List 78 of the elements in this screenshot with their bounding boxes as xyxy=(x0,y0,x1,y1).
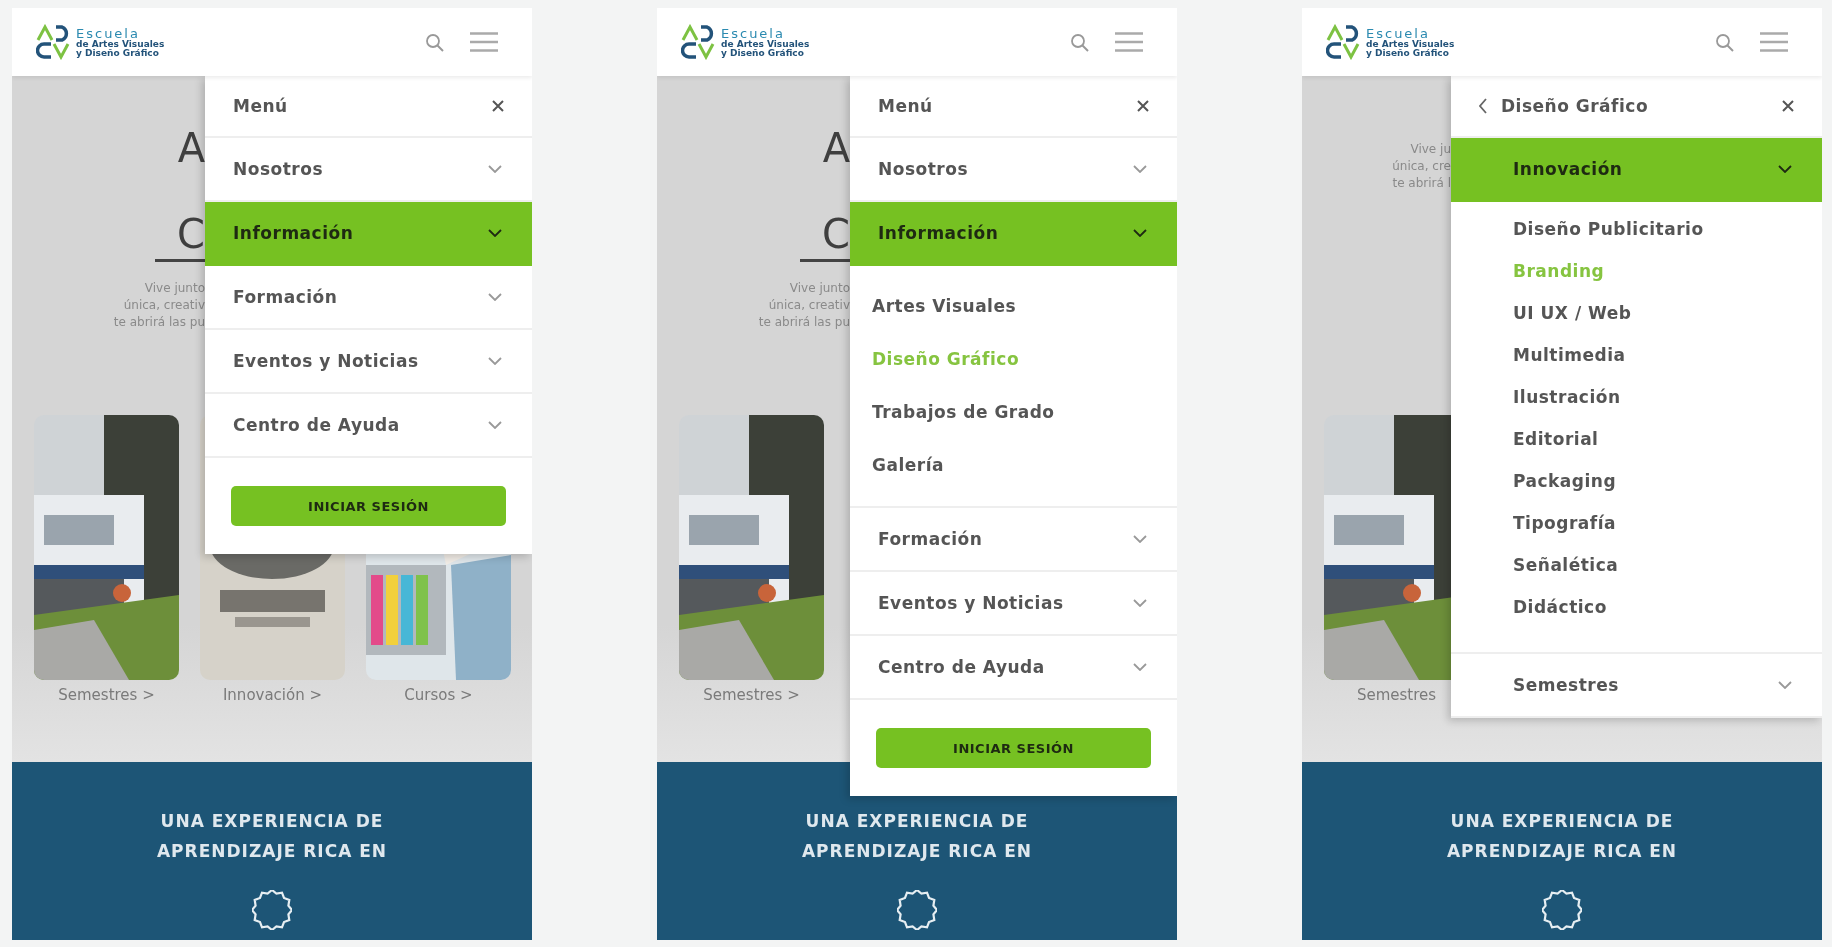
chevron-down-icon xyxy=(1778,681,1792,689)
banner-heading: UNA EXPERIENCIA DE xyxy=(1450,810,1674,833)
menu-item[interactable]: Eventos y Noticias xyxy=(850,572,1177,636)
submenu-item[interactable]: Trabajos de Grado xyxy=(872,386,1055,439)
menu-item[interactable]: Semestres xyxy=(1451,654,1822,718)
login-button[interactable]: INICIAR SESIÓN xyxy=(876,728,1151,768)
submenu-item[interactable]: Galería xyxy=(872,439,944,492)
logo-icon[interactable] xyxy=(681,24,717,60)
menu-item[interactable]: Información xyxy=(850,202,1177,266)
school-subtitle: de Artes Visuales xyxy=(76,39,165,49)
close-icon[interactable] xyxy=(1782,100,1794,112)
hero-text: te abrirá las pu xyxy=(113,314,205,331)
menu-title: Menú xyxy=(878,96,934,116)
school-subtitle: y Diseño Gráfico xyxy=(1366,48,1450,58)
school-name: Escuela xyxy=(721,26,785,40)
close-icon[interactable] xyxy=(492,100,504,112)
submenu-item[interactable]: Tipografía xyxy=(1513,502,1616,544)
chevron-down-icon xyxy=(488,293,502,301)
school-name: Escuela xyxy=(76,26,140,40)
submenu-item[interactable]: Diseño Publicitario xyxy=(1513,208,1704,250)
chevron-down-icon xyxy=(1133,599,1147,607)
search-icon[interactable] xyxy=(1070,32,1089,52)
menu-title: Menú xyxy=(233,96,289,116)
hero-text: Vive ju xyxy=(1410,141,1451,158)
back-icon[interactable] xyxy=(1479,98,1487,114)
chevron-down-icon xyxy=(1133,165,1147,173)
hero-text: te abrirá las pu xyxy=(758,314,850,331)
badge-icon xyxy=(897,890,937,930)
chevron-down-icon xyxy=(1778,165,1792,173)
hero-text: única, creativ xyxy=(123,297,205,314)
menu-item[interactable]: Eventos y Noticias xyxy=(205,330,532,394)
logo-icon[interactable] xyxy=(36,24,72,60)
school-name: Escuela xyxy=(1366,26,1430,40)
close-icon[interactable] xyxy=(1137,100,1149,112)
school-subtitle: y Diseño Gráfico xyxy=(76,48,160,58)
banner-heading: UNA EXPERIENCIA DE xyxy=(805,810,1029,833)
submenu-item[interactable]: Multimedia xyxy=(1513,334,1626,376)
menu-item[interactable]: Formación xyxy=(850,508,1177,572)
chevron-down-icon xyxy=(488,421,502,429)
hero-text: Vive junto xyxy=(144,280,205,297)
menu-item[interactable]: Centro de Ayuda xyxy=(205,394,532,458)
submenu-item[interactable]: Packaging xyxy=(1513,460,1617,502)
banner-heading: APRENDIZAJE RICA EN xyxy=(1446,840,1678,863)
submenu-item[interactable]: UI UX / Web xyxy=(1513,292,1632,334)
menu-item[interactable]: Información xyxy=(205,202,532,266)
chevron-down-icon xyxy=(1133,229,1147,237)
logo-icon[interactable] xyxy=(1326,24,1362,60)
chevron-down-icon xyxy=(1133,663,1147,671)
chevron-down-icon xyxy=(488,165,502,173)
menu-item[interactable]: Centro de Ayuda xyxy=(850,636,1177,700)
badge-icon xyxy=(1542,890,1582,930)
hero-title: A xyxy=(822,124,850,173)
search-icon[interactable] xyxy=(1715,32,1734,52)
submenu-item[interactable]: Editorial xyxy=(1513,418,1599,460)
search-icon[interactable] xyxy=(425,32,444,52)
hero-text: única, creativ xyxy=(768,297,850,314)
banner-heading: APRENDIZAJE RICA EN xyxy=(156,840,388,863)
menu-item[interactable]: Formación xyxy=(205,266,532,330)
hero-text: te abrirá l xyxy=(1392,175,1451,192)
submenu-item[interactable]: Señalética xyxy=(1513,544,1619,586)
submenu-item[interactable]: Artes Visuales xyxy=(872,280,1017,333)
banner-heading: APRENDIZAJE RICA EN xyxy=(801,840,1033,863)
login-button[interactable]: INICIAR SESIÓN xyxy=(231,486,506,526)
hero-title: A xyxy=(177,124,205,173)
chevron-down-icon xyxy=(488,229,502,237)
chevron-down-icon xyxy=(1133,535,1147,543)
banner-heading: UNA EXPERIENCIA DE xyxy=(160,810,384,833)
badge-icon xyxy=(252,890,292,930)
school-subtitle: y Diseño Gráfico xyxy=(721,48,805,58)
menu-title: Diseño Gráfico xyxy=(1501,96,1650,116)
school-subtitle: de Artes Visuales xyxy=(1366,39,1455,49)
menu-item[interactable]: Innovación xyxy=(1451,138,1822,202)
hero-text: única, cre xyxy=(1392,158,1451,175)
hero-text: Vive junto xyxy=(789,280,850,297)
submenu-item[interactable]: Ilustración xyxy=(1513,376,1621,418)
submenu-item[interactable]: Didáctico xyxy=(1513,586,1607,628)
chevron-down-icon xyxy=(488,357,502,365)
school-subtitle: de Artes Visuales xyxy=(721,39,810,49)
